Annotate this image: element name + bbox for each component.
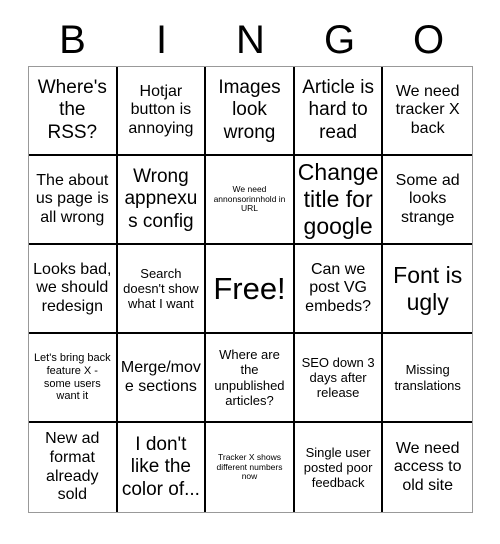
bingo-cell[interactable]: Search doesn't show what I want xyxy=(117,245,207,334)
bingo-cell[interactable]: Change title for google xyxy=(294,156,384,245)
bingo-cell[interactable]: Where's the RSS? xyxy=(29,67,118,156)
bingo-cell-label: Let's bring back feature X - some users … xyxy=(33,352,111,403)
bingo-header-letter: N xyxy=(236,18,265,62)
bingo-cell-label: Looks bad, we should redesign xyxy=(33,260,112,315)
bingo-cell-label: Some ad looks strange xyxy=(395,171,460,226)
bingo-cell[interactable]: Hotjar button is annoying xyxy=(117,67,207,156)
bingo-cell-label: The about us page is all wrong xyxy=(35,171,109,226)
bingo-cell-label: We need tracker X back xyxy=(395,82,460,137)
bingo-cell-label: We need annonsorinnhold in URL xyxy=(213,183,286,214)
bingo-cell[interactable]: We need tracker X back xyxy=(383,67,472,156)
bingo-cell-label: Missing translations xyxy=(394,362,461,393)
bingo-cell[interactable]: Images look wrong xyxy=(206,67,295,156)
bingo-cell-label: I don't like the color of... xyxy=(121,434,200,500)
bingo-cell[interactable]: Missing translations xyxy=(383,334,472,423)
bingo-cell[interactable]: Free! xyxy=(206,245,295,334)
bingo-cell[interactable]: Article is hard to read xyxy=(294,67,384,156)
bingo-cell[interactable]: Some ad looks strange xyxy=(383,156,472,245)
bingo-cell[interactable]: Looks bad, we should redesign xyxy=(29,245,118,334)
bingo-cell[interactable]: I don't like the color of... xyxy=(117,423,207,512)
bingo-cell-label: New ad format already sold xyxy=(45,430,100,504)
bingo-cell[interactable]: Let's bring back feature X - some users … xyxy=(29,334,118,423)
bingo-cell-label: Wrong appnexus config xyxy=(124,166,198,232)
bingo-card: B I N G O Where's the RSS? Hotjar button is a… xyxy=(0,0,500,544)
bingo-cell[interactable]: Font is ugly xyxy=(383,245,472,334)
bingo-cell-label: Where's the RSS? xyxy=(37,77,107,143)
bingo-cell[interactable]: Where are the unpublished articles? xyxy=(206,334,295,423)
bingo-header-letter: O xyxy=(412,18,445,62)
bingo-cell-label: Font is ugly xyxy=(393,261,463,315)
bingo-cell-label: Images look wrong xyxy=(218,77,281,143)
bingo-cell-label: Merge/move sections xyxy=(120,358,201,395)
bingo-cell[interactable]: New ad format already sold xyxy=(29,423,118,512)
bingo-cell-label: Change title for google xyxy=(297,159,379,239)
bingo-cell-label: SEO down 3 days after release xyxy=(301,354,375,401)
bingo-cell[interactable]: We need access to old site xyxy=(383,423,472,512)
bingo-header-letter: B xyxy=(59,18,86,62)
bingo-cell[interactable]: The about us page is all wrong xyxy=(29,156,118,245)
bingo-header: BINGO xyxy=(28,14,473,66)
bingo-cell-label: We need access to old site xyxy=(393,439,462,494)
bingo-cell[interactable]: Tracker X shows different numbers now xyxy=(206,423,295,512)
bingo-cell[interactable]: We need annonsorinnhold in URL xyxy=(206,156,295,245)
bingo-cell[interactable]: Can we post VG embeds? xyxy=(294,245,384,334)
bingo-cell-label: Search doesn't show what I want xyxy=(123,265,199,312)
bingo-cell-label: Article is hard to read xyxy=(302,77,374,143)
bingo-cell[interactable]: Wrong appnexus config xyxy=(117,156,207,245)
bingo-cell[interactable]: Single user posted poor feedback xyxy=(294,423,384,512)
bingo-cell-label: Tracker X shows different numbers now xyxy=(216,451,283,482)
bingo-header-letter: G xyxy=(323,18,356,62)
bingo-cell-label: Hotjar button is annoying xyxy=(128,82,194,137)
bingo-cell[interactable]: SEO down 3 days after release xyxy=(294,334,384,423)
bingo-grid: Where's the RSS? Hotjar button is annoyin… xyxy=(28,66,473,513)
bingo-header-letter: I xyxy=(155,18,168,62)
bingo-cell-label: Can we post VG embeds? xyxy=(305,260,371,315)
bingo-cell-label: Single user posted poor feedback xyxy=(303,444,373,491)
bingo-cell-label: Where are the unpublished articles? xyxy=(214,347,285,408)
bingo-cell-label: Free! xyxy=(213,270,286,306)
bingo-cell[interactable]: Merge/move sections xyxy=(117,334,207,423)
